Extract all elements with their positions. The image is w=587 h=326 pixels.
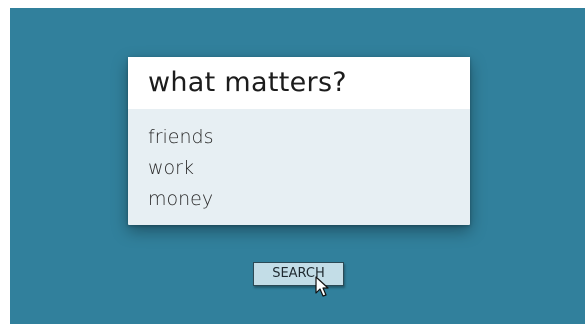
search-button[interactable]: SEARCH — [253, 262, 344, 286]
suggestion-item-friends[interactable]: friends — [148, 122, 213, 153]
mouse-pointer-icon — [315, 276, 329, 297]
search-screen: what matters? friends work money SEARCH — [10, 8, 585, 324]
suggestion-item-work[interactable]: work — [148, 153, 213, 184]
search-card: what matters? friends work money — [128, 57, 470, 225]
suggestion-list: friends work money — [148, 122, 213, 215]
search-input[interactable]: what matters? — [128, 57, 470, 109]
suggestion-item-money[interactable]: money — [148, 184, 213, 215]
